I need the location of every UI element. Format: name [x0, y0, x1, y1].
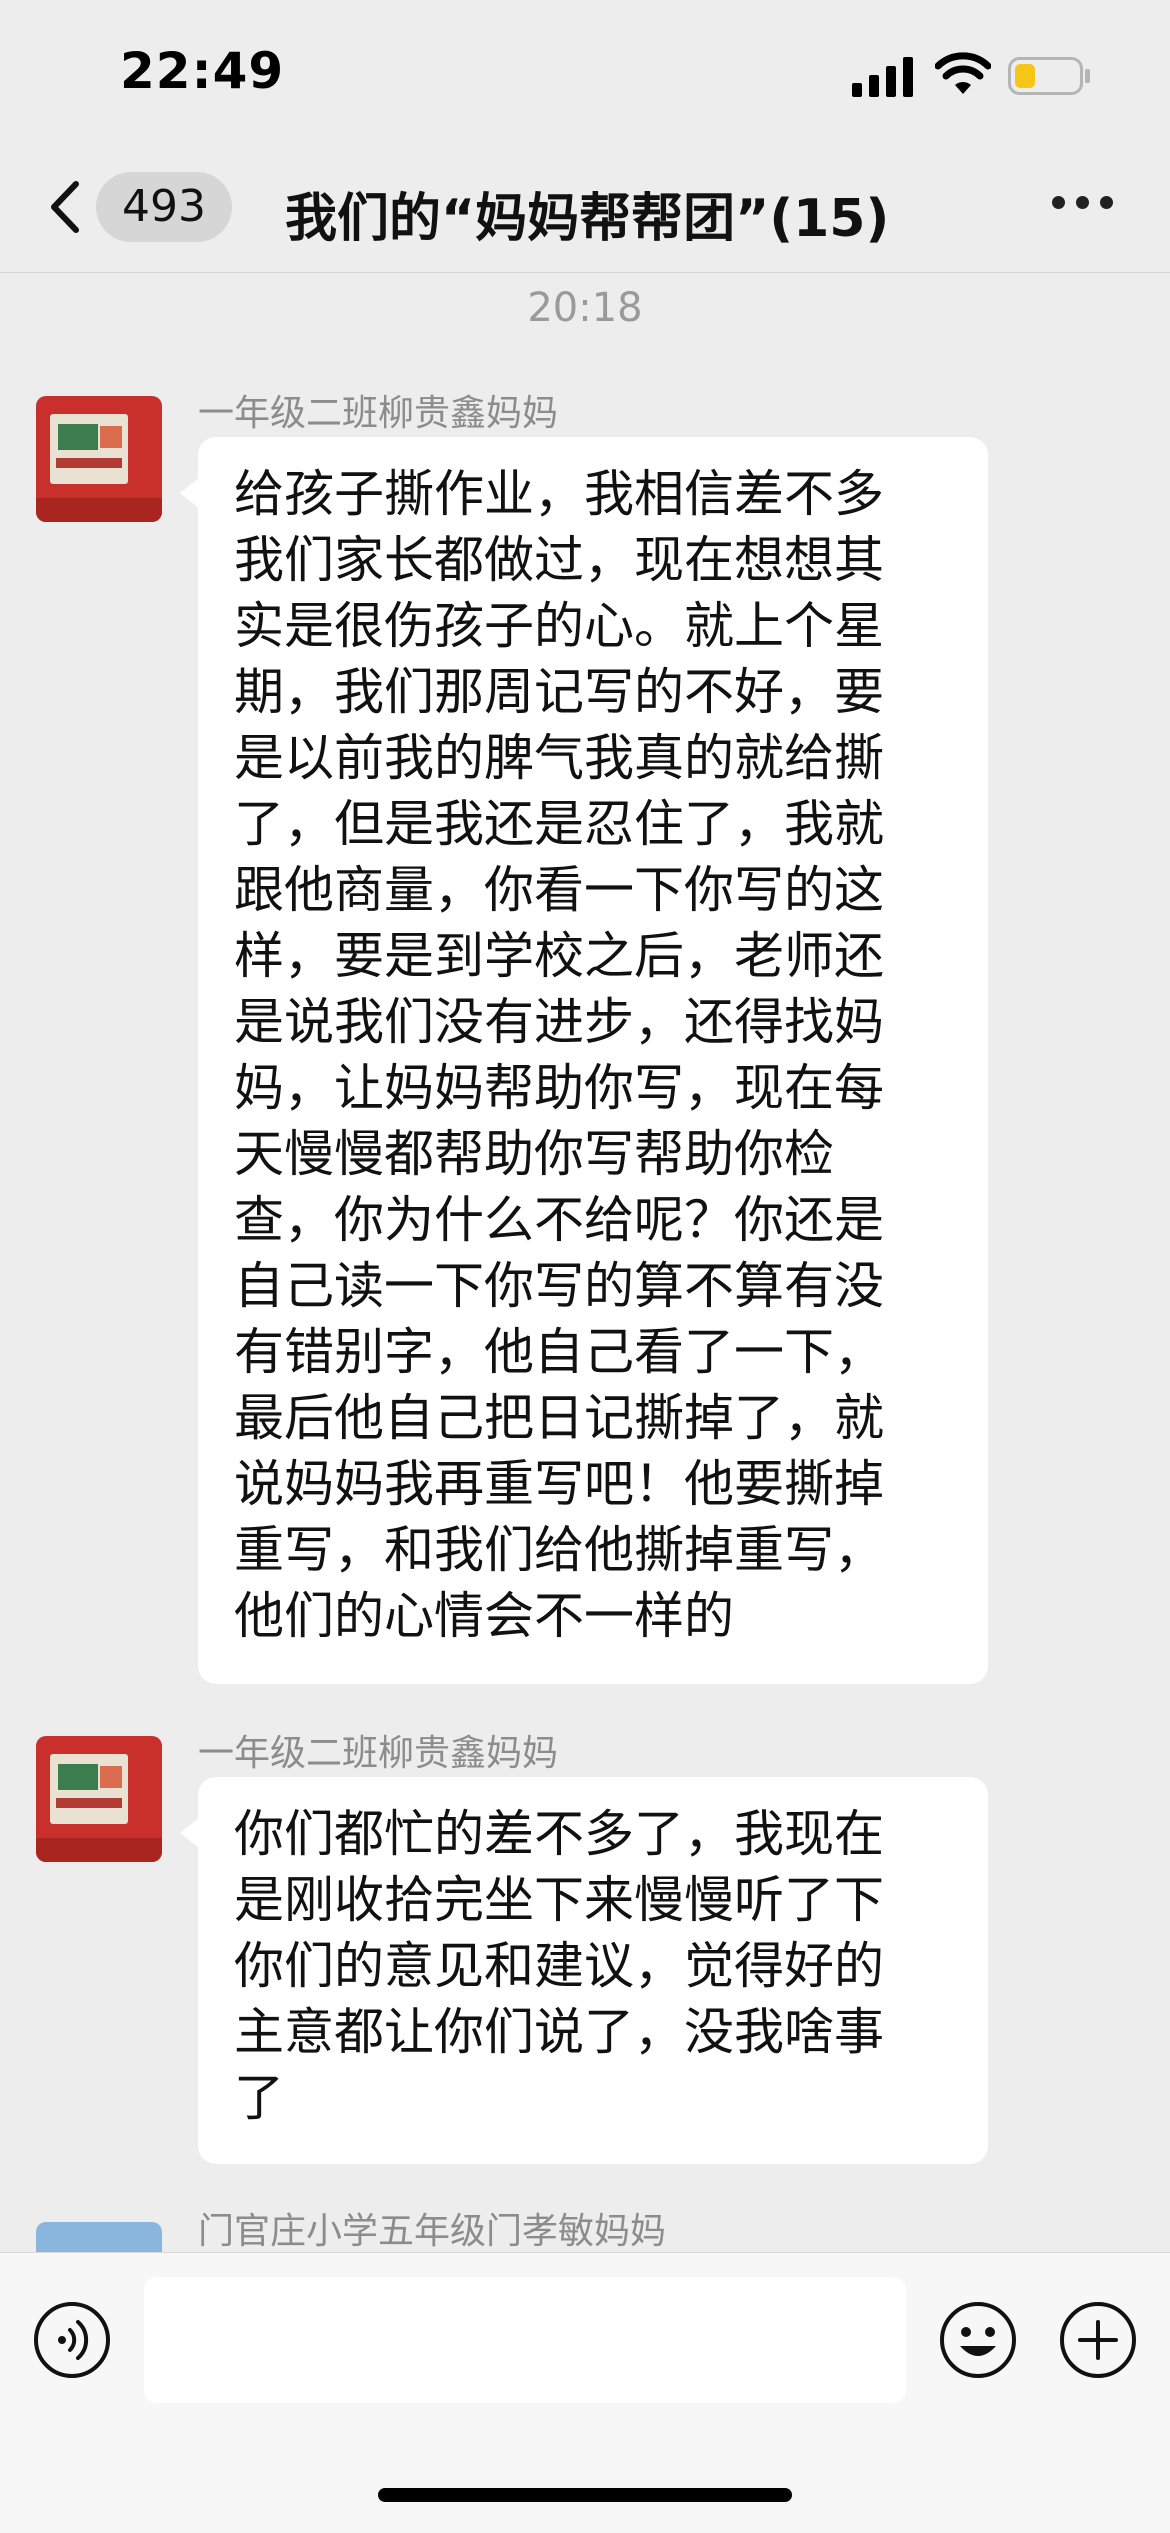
- message-line: 最后他自己把日记撕掉了，就: [234, 1389, 884, 1447]
- sender-avatar[interactable]: [36, 1736, 162, 1862]
- message-line: 了，但是我还是忍住了，我就: [234, 795, 884, 853]
- message-line: 天慢慢都帮助你写帮助你检: [234, 1125, 834, 1183]
- message-line: 查，你为什么不给呢？你还是: [234, 1191, 884, 1249]
- message-line: 我们家长都做过，现在想想其: [234, 531, 884, 589]
- message-line: 有错别字，他自己看了一下，: [234, 1323, 884, 1381]
- message-line: 是以前我的脾气我真的就给撕: [234, 729, 884, 787]
- message-line: 妈，让妈妈帮助你写，现在每: [234, 1059, 884, 1117]
- message-line: 了: [234, 2069, 284, 2127]
- message-line: 样，要是到学校之后，老师还: [234, 927, 884, 985]
- home-indicator: [378, 2488, 792, 2502]
- message-line: 你们的意见和建议，觉得好的: [234, 1937, 884, 1995]
- message-line: 重写，和我们给他撕掉重写，: [234, 1521, 884, 1579]
- cellular-signal-icon: [852, 57, 913, 97]
- sender-name: 一年级二班柳贵鑫妈妈: [198, 1733, 559, 1774]
- message-line: 是刚收拾完坐下来慢慢听了下: [234, 1871, 884, 1929]
- sender-avatar[interactable]: [36, 396, 162, 522]
- status-time: 22:49: [120, 42, 285, 100]
- message-line: 期，我们那周记写的不好，要: [234, 663, 884, 721]
- message-line: 给孩子撕作业，我相信差不多: [234, 465, 884, 523]
- message-line: 跟他商量，你看一下你写的这: [234, 861, 884, 919]
- message-line: 自己读一下你写的算不算有没: [234, 1257, 884, 1315]
- emoji-icon[interactable]: [938, 2300, 1018, 2380]
- plus-icon[interactable]: [1058, 2300, 1138, 2380]
- chat-title: 我们的“妈妈帮帮团”(15): [285, 189, 890, 249]
- sender-name: 门官庄小学五年级门孝敏妈妈: [198, 2211, 667, 2252]
- message-bubble[interactable]: 给孩子撕作业，我相信差不多 我们家长都做过，现在想想其 实是很伤孩子的心。就上个…: [180, 437, 988, 1684]
- sender-avatar[interactable]: [36, 2222, 162, 2252]
- message-timestamp: 20:18: [527, 285, 643, 331]
- message-line: 是说我们没有进步，还得找妈: [234, 993, 884, 1051]
- message-input[interactable]: [144, 2277, 906, 2403]
- nav-divider: [0, 272, 1170, 273]
- sender-name: 一年级二班柳贵鑫妈妈: [198, 393, 559, 434]
- message-line: 他们的心情会不一样的: [234, 1587, 734, 1645]
- unread-count-badge[interactable]: 493: [96, 172, 232, 242]
- message-line: 实是很伤孩子的心。就上个星: [234, 597, 884, 655]
- wifi-icon: [935, 52, 991, 94]
- message-bubble[interactable]: 你们都忙的差不多了，我现在 是刚收拾完坐下来慢慢听了下 你们的意见和建议，觉得好…: [180, 1777, 988, 2164]
- battery-icon: [1008, 57, 1090, 95]
- message-line: 你们都忙的差不多了，我现在: [234, 1805, 884, 1863]
- message-line: 说妈妈我再重写吧！他要撕掉: [234, 1455, 884, 1513]
- voice-input-icon[interactable]: [32, 2300, 112, 2380]
- back-chevron-icon[interactable]: [40, 172, 90, 242]
- more-options-icon[interactable]: [1052, 196, 1114, 216]
- message-line: 主意都让你们说了，没我啥事: [234, 2003, 884, 2061]
